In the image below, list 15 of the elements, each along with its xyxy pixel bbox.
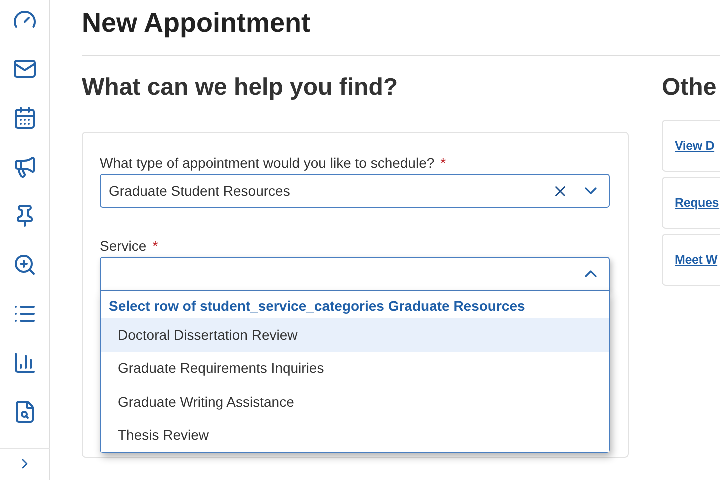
select-field[interactable]: Graduate Student Resources (100, 174, 610, 208)
field-label: Service * (100, 238, 160, 254)
list-option[interactable]: Graduate Writing Assistance (101, 385, 609, 418)
list-option[interactable]: Thesis Review (101, 418, 609, 452)
link[interactable]: Meet W (675, 253, 718, 267)
section-heading: What can we help you find? (82, 74, 400, 103)
page-title: New Appointment (82, 8, 312, 40)
link[interactable]: Reques (675, 196, 719, 210)
field-label: What type of appointment would you like to schedule? * (100, 155, 448, 171)
list-option[interactable]: Graduate Requirements Inquiries (101, 352, 609, 385)
list-option[interactable]: Doctoral Dissertation Review (101, 318, 609, 352)
select-field[interactable] (100, 257, 610, 291)
section-heading: Othe (662, 74, 718, 103)
link[interactable]: View D (675, 139, 715, 153)
list-header: Select row of student_service_categories Graduate Resources (108, 297, 526, 316)
